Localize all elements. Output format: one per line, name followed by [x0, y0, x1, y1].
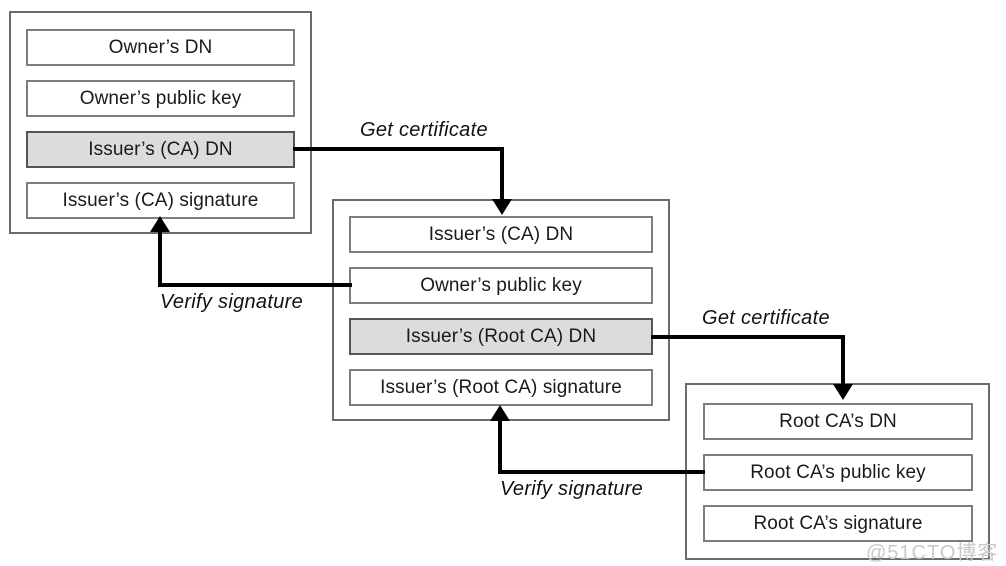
- verify-signature-1-vertical-line: [158, 230, 162, 285]
- cert3-field-root-ca-signature-label: Root CA’s signature: [753, 512, 923, 534]
- verify-signature-1-horizontal-line: [158, 283, 352, 287]
- diagram-canvas: Owner’s DN Owner’s public key Issuer’s (…: [0, 0, 1006, 566]
- cert2-field-issuer-root-ca-signature: Issuer’s (Root CA) signature: [349, 369, 653, 406]
- get-certificate-1-vertical-line: [500, 147, 504, 202]
- cert1-field-issuer-ca-dn-label: Issuer’s (CA) DN: [88, 138, 233, 160]
- cert2-field-issuer-root-ca-dn-label: Issuer’s (Root CA) DN: [405, 325, 597, 347]
- cert2-field-owner-public-key: Owner’s public key: [349, 267, 653, 304]
- verify-signature-1-arrowhead: [150, 216, 170, 232]
- get-certificate-1-arrowhead: [492, 199, 512, 215]
- cert2-field-issuer-root-ca-dn: Issuer’s (Root CA) DN: [349, 318, 653, 355]
- get-certificate-2-horizontal-line: [651, 335, 845, 339]
- watermark: @51CTO博客: [866, 542, 999, 564]
- cert3-field-root-ca-dn: Root CA’s DN: [703, 403, 973, 440]
- cert1-field-owner-public-key: Owner’s public key: [26, 80, 295, 117]
- cert2-field-issuer-root-ca-signature-label: Issuer’s (Root CA) signature: [380, 376, 622, 398]
- verify-signature-2-horizontal-line: [498, 470, 705, 474]
- cert2-field-issuer-ca-dn: Issuer’s (CA) DN: [349, 216, 653, 253]
- get-certificate-2-vertical-line: [841, 335, 845, 387]
- cert2-field-owner-public-key-label: Owner’s public key: [420, 274, 582, 296]
- get-certificate-2-label: Get certificate: [702, 307, 830, 329]
- cert3-field-root-ca-dn-label: Root CA’s DN: [779, 410, 897, 432]
- verify-signature-1-label: Verify signature: [160, 291, 304, 313]
- cert1-field-owner-public-key-label: Owner’s public key: [79, 87, 242, 109]
- cert1-field-owner-dn-label: Owner’s DN: [108, 36, 213, 58]
- cert3-field-root-ca-public-key-label: Root CA’s public key: [750, 461, 926, 483]
- cert1-field-owner-dn: Owner’s DN: [26, 29, 295, 66]
- get-certificate-1-label: Get certificate: [360, 119, 488, 141]
- cert1-field-issuer-ca-dn: Issuer’s (CA) DN: [26, 131, 295, 168]
- cert2-field-issuer-ca-dn-label: Issuer’s (CA) DN: [428, 223, 574, 245]
- cert3-field-root-ca-public-key: Root CA’s public key: [703, 454, 973, 491]
- cert1-field-issuer-ca-signature-label: Issuer’s (CA) signature: [62, 189, 259, 211]
- cert1-field-issuer-ca-signature: Issuer’s (CA) signature: [26, 182, 295, 219]
- get-certificate-2-arrowhead: [833, 384, 853, 400]
- get-certificate-1-horizontal-line: [293, 147, 504, 151]
- verify-signature-2-arrowhead: [490, 405, 510, 421]
- verify-signature-2-label: Verify signature: [500, 478, 644, 500]
- verify-signature-2-vertical-line: [498, 419, 502, 472]
